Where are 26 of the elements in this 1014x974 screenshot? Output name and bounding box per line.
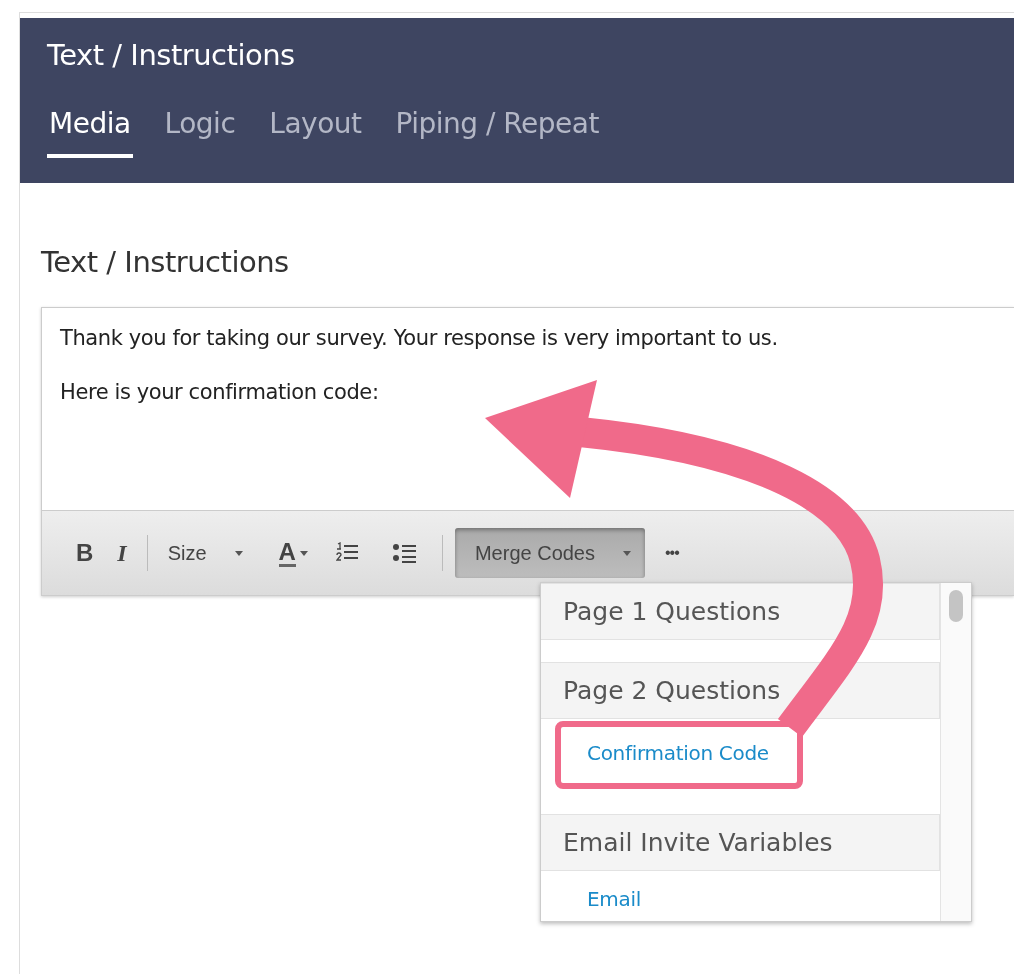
numbered-list-icon[interactable] xyxy=(335,542,360,564)
dropdown-button[interactable]: Merge Codes xyxy=(454,528,645,578)
caret-icon xyxy=(234,550,243,556)
text-paragraph: Here is your confirmation code: xyxy=(60,380,379,404)
tab[interactable]: Piping / Repeat xyxy=(393,107,601,158)
more-button[interactable]: ••• xyxy=(653,538,691,568)
section-title: Text / Instructions xyxy=(41,245,289,279)
tab[interactable]: Media xyxy=(47,107,133,158)
dropdown-button[interactable]: Size xyxy=(155,535,255,571)
tab[interactable]: Logic xyxy=(162,107,238,158)
text-editor[interactable]: Thank you for taking our survey. Your response is very important to us. Here is your confirmation code: B I Size A Merge Codes ••• xyxy=(41,307,1014,596)
dialog-title: Text / Instructions xyxy=(47,38,295,72)
menu-group-header: Email Invite Variables xyxy=(541,814,940,871)
font-color-button[interactable]: A xyxy=(266,533,320,573)
merge-code-link[interactable]: Email xyxy=(555,873,675,921)
bold-button[interactable]: B xyxy=(64,533,106,573)
tab[interactable]: Layout xyxy=(267,107,364,158)
scrollbar-thumb[interactable] xyxy=(949,590,963,622)
caret-icon xyxy=(299,550,308,556)
caret-icon xyxy=(623,550,631,556)
menu-group-header: Page 1 Questions xyxy=(541,583,940,640)
menu-group-header: Page 2 Questions xyxy=(541,662,940,719)
merge-code-link[interactable]: Confirmation Code xyxy=(555,721,803,789)
italic-button[interactable]: I xyxy=(105,533,139,573)
text-paragraph: Thank you for taking our survey. Your response is very important to us. xyxy=(60,326,778,350)
bullet-list-icon[interactable] xyxy=(391,542,418,564)
